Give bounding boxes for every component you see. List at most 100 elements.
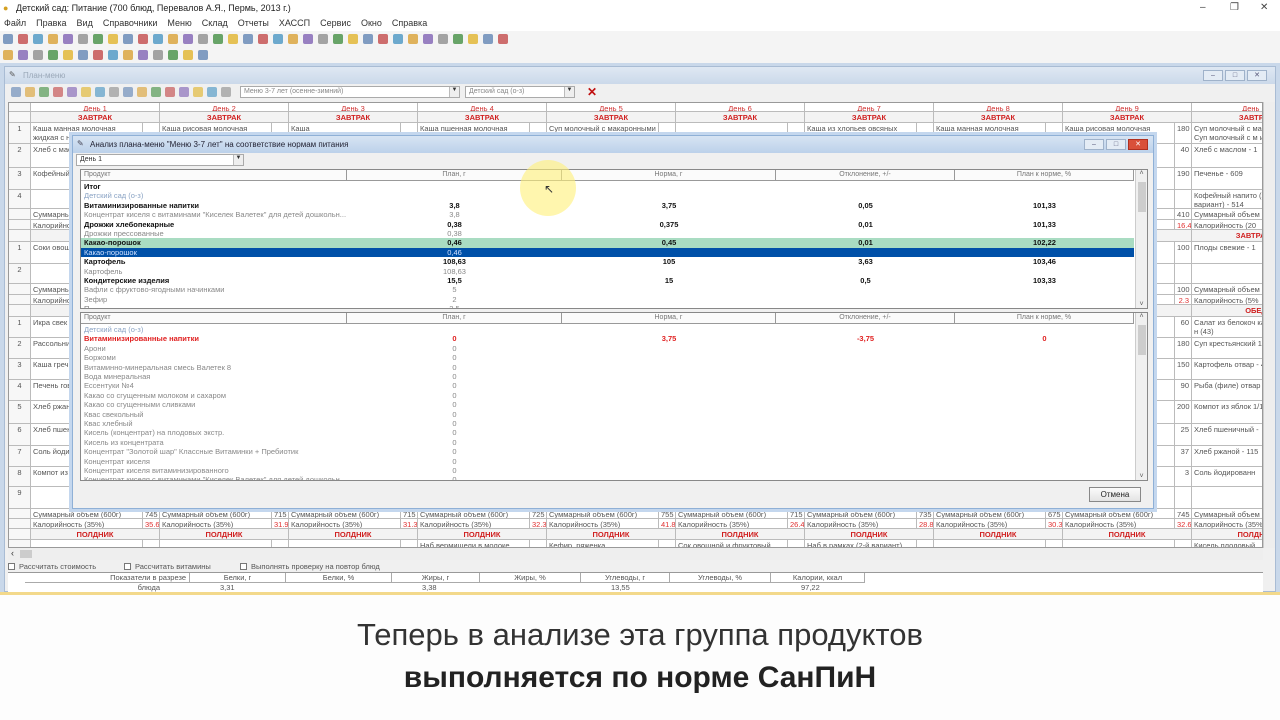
dish-cell[interactable]: Хлеб пшеничный - — [1192, 424, 1262, 446]
option-checkbox[interactable]: Рассчитать стоимость — [8, 561, 124, 572]
column-header[interactable]: Норма, г — [562, 170, 776, 181]
scroll-down-icon[interactable]: ˅ — [1136, 301, 1147, 308]
dish-cell[interactable]: Рыба (филе) отвар — [1192, 380, 1262, 401]
toolbar-icon[interactable] — [168, 50, 178, 60]
toolbar-icon[interactable] — [93, 34, 103, 44]
dish-cell[interactable]: Кисель плодовый — [1192, 540, 1262, 547]
toolbar-icon[interactable] — [138, 50, 148, 60]
dish-cell[interactable]: Хлеб ржаной - 115 — [1192, 446, 1262, 467]
dish-cell[interactable] — [31, 540, 143, 547]
day-select[interactable]: День 1 ▼ — [76, 154, 244, 166]
dish-cell[interactable]: Хлеб с маслом - 1 — [1192, 144, 1262, 168]
dish-cell[interactable]: Соль йодированн — [1192, 467, 1262, 487]
toolbar-icon[interactable] — [33, 50, 43, 60]
checkbox[interactable] — [124, 563, 131, 570]
dish-cell[interactable]: Наб.в рамках (2-й вариант) — [805, 540, 917, 547]
table-row[interactable]: Кисель из концентрата 0 — [81, 438, 1134, 447]
toolbar-icon[interactable] — [179, 87, 189, 97]
toolbar-icon[interactable] — [25, 87, 35, 97]
toolbar-icon[interactable] — [123, 50, 133, 60]
column-header[interactable]: План, г — [347, 313, 562, 324]
table-row[interactable]: Вафли с фруктово-ягодными начинками 5 — [81, 285, 1134, 294]
toolbar-icon[interactable] — [378, 34, 388, 44]
cancel-button[interactable]: Отмена — [1089, 487, 1141, 502]
dish-cell[interactable] — [1192, 264, 1262, 284]
toolbar-icon[interactable] — [153, 34, 163, 44]
dish-cell[interactable]: Сок овощной и фруктовый — [676, 540, 788, 547]
table-row[interactable]: Итог — [81, 182, 1134, 191]
toolbar-icon[interactable] — [168, 34, 178, 44]
table-row[interactable]: Зефир 2 — [81, 295, 1134, 304]
dish-cell[interactable]: Картофель отвар - 432 — [1192, 359, 1262, 380]
dish-cell[interactable] — [160, 540, 272, 547]
toolbar-icon[interactable] — [33, 34, 43, 44]
dish-cell[interactable] — [289, 540, 401, 547]
dish-cell[interactable]: Компот из яблок 1/10 — [1192, 401, 1262, 424]
table-row[interactable]: Концентрат "Золотой шар" Классные Витами… — [81, 447, 1134, 456]
toolbar-icon[interactable] — [151, 87, 161, 97]
grid-horizontal-scrollbar[interactable]: ‹ — [8, 548, 1263, 560]
child-close-button[interactable]: ✕ — [1247, 70, 1267, 81]
toolbar-icon[interactable] — [198, 50, 208, 60]
toolbar-icon[interactable] — [165, 87, 175, 97]
dish-cell[interactable] — [1063, 540, 1175, 547]
dish-cell[interactable]: Печенье - 609 — [1192, 168, 1262, 190]
toolbar-icon[interactable] — [67, 87, 77, 97]
menu-item[interactable]: Склад — [202, 18, 228, 31]
menu-item[interactable]: Файл — [4, 18, 26, 31]
checkbox[interactable] — [8, 563, 15, 570]
toolbar-icon[interactable] — [303, 34, 313, 44]
menu-select[interactable]: Меню 3-7 лет (осенне-зимний) ▼ — [240, 86, 460, 98]
menu-item[interactable]: Правка — [36, 18, 66, 31]
table-row[interactable]: Детский сад (о-з) — [81, 191, 1134, 200]
dish-cell[interactable]: Калорийность (20 — [1192, 220, 1262, 230]
dish-cell[interactable]: Суммарный объем — [1192, 209, 1262, 220]
scroll-thumb[interactable] — [1137, 325, 1146, 355]
table-row[interactable]: Дрожжи хлебопекарные 0,38 0,375 0,01 101,33 — [81, 220, 1134, 229]
column-header[interactable]: Норма, г — [562, 313, 776, 324]
toolbar-icon[interactable] — [108, 50, 118, 60]
table-row[interactable]: Витаминизированные напитки 3,8 3,75 0,05 101… — [81, 201, 1134, 210]
table-row[interactable]: П 2,5 — [81, 304, 1134, 308]
dish-cell[interactable]: Суммарный объем — [1192, 284, 1262, 295]
table-scrollbar[interactable]: ˄ ˅ — [1135, 313, 1147, 480]
org-select[interactable]: Детский сад (о-з) ▼ — [465, 86, 575, 98]
table-row[interactable]: Концентрат киселя витаминизированного 0 — [81, 466, 1134, 475]
toolbar-icon[interactable] — [243, 34, 253, 44]
table-row[interactable]: Картофель 108,63 — [81, 267, 1134, 276]
table-row[interactable]: Какао-порошок 0,46 — [81, 247, 1134, 258]
scroll-thumb[interactable] — [1137, 182, 1146, 212]
menu-item[interactable]: Сервис — [320, 18, 351, 31]
close-button[interactable]: ✕ — [1260, 2, 1268, 13]
toolbar-icon[interactable] — [48, 50, 58, 60]
toolbar-icon[interactable] — [123, 34, 133, 44]
dish-cell[interactable]: Суп молочный с макаронными изделиями - 1… — [1192, 123, 1262, 144]
toolbar-icon[interactable] — [63, 50, 73, 60]
column-header[interactable]: Отклонение, +/- — [776, 313, 955, 324]
restore-button[interactable]: ❐ — [1230, 2, 1239, 13]
toolbar-icon[interactable] — [137, 87, 147, 97]
dish-cell[interactable]: Наб.вермишели в молоке — [418, 540, 530, 547]
toolbar-icon[interactable] — [483, 34, 493, 44]
toolbar-icon[interactable] — [78, 50, 88, 60]
dish-cell[interactable]: Салат из белокоч капусты - б/н (43) — [1192, 317, 1262, 338]
toolbar-icon[interactable] — [221, 87, 231, 97]
table-row[interactable]: Концентрат киселя с витаминами "Киселек … — [81, 210, 1134, 219]
toolbar-icon[interactable] — [48, 34, 58, 44]
menu-item[interactable]: Справочники — [103, 18, 158, 31]
toolbar-icon[interactable] — [498, 34, 508, 44]
toolbar-icon[interactable] — [438, 34, 448, 44]
toolbar-icon[interactable] — [18, 50, 28, 60]
menu-item[interactable]: Отчеты — [238, 18, 269, 31]
option-checkbox[interactable]: Выполнять проверку на повтор блюд — [240, 561, 440, 572]
toolbar-icon[interactable] — [78, 34, 88, 44]
toolbar-icon[interactable] — [39, 87, 49, 97]
toolbar-icon[interactable] — [18, 34, 28, 44]
toolbar-icon[interactable] — [423, 34, 433, 44]
menu-item[interactable]: Меню — [167, 18, 191, 31]
table-row[interactable]: Витаминизированные напитки 0 3,75 -3,75 0 — [81, 334, 1134, 343]
dish-cell[interactable]: Кефир, ряженка — [547, 540, 659, 547]
toolbar-icon[interactable] — [198, 34, 208, 44]
toolbar-icon[interactable] — [109, 87, 119, 97]
dish-cell[interactable]: Кофейный напито (2-й вариант) - 514 — [1192, 190, 1262, 209]
